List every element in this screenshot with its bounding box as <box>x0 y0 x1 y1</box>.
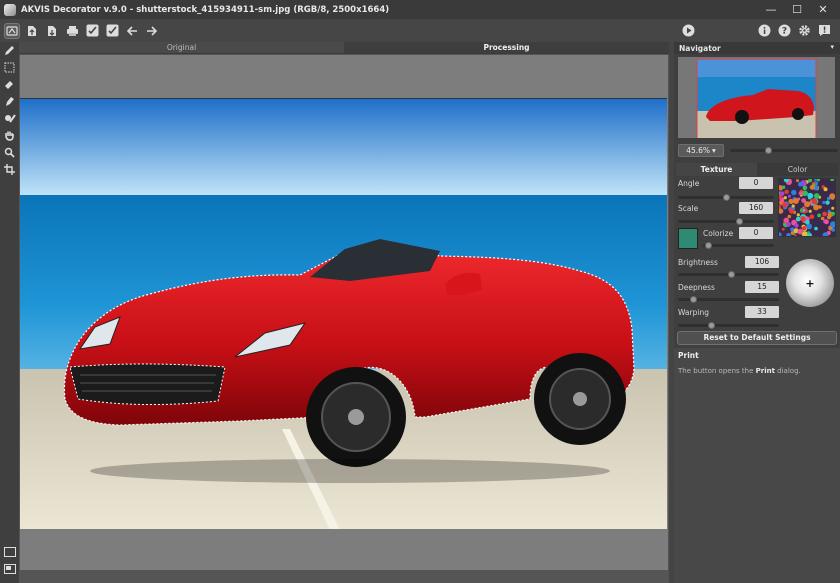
processing-image[interactable] <box>20 98 667 529</box>
tab-original[interactable]: Original <box>19 42 344 54</box>
help-panel: Print The button opens the Print dialog. <box>674 348 840 583</box>
help-title: Print <box>678 351 699 360</box>
zoom-slider-knob[interactable] <box>765 147 773 154</box>
right-panel: Navigator ▾ 45.6% ▾ Texture Color Angle … <box>674 42 840 583</box>
warping-slider-track[interactable] <box>678 324 779 327</box>
window-title: AKVIS Decorator v.9.0 - shutterstock_415… <box>21 4 390 15</box>
main-toolbar: ? <box>0 19 840 42</box>
scale-slider-track[interactable] <box>678 220 774 223</box>
home-icon[interactable] <box>4 22 20 39</box>
light-direction-sphere[interactable]: + <box>786 259 834 307</box>
deepness-slider-knob[interactable] <box>689 296 697 303</box>
scale-input[interactable]: 160 <box>739 202 773 214</box>
canvas-area: Original Processing <box>19 42 669 583</box>
minimize-button[interactable]: — <box>758 0 784 19</box>
svg-text:?: ? <box>781 26 786 36</box>
navigator-title: Navigator <box>679 43 721 53</box>
close-button[interactable]: ✕ <box>810 0 836 19</box>
brightness-slider-knob[interactable] <box>728 271 736 278</box>
brush-check-alt-icon[interactable] <box>104 23 120 39</box>
colorize-slider-track[interactable] <box>703 244 774 247</box>
tools-panel <box>0 42 19 583</box>
stamp-icon[interactable] <box>0 93 19 110</box>
angle-input[interactable]: 0 <box>739 177 773 189</box>
chain-brush-icon[interactable] <box>0 110 19 127</box>
navigator-thumbnail[interactable] <box>678 57 835 140</box>
help-text: The button opens the Print dialog. <box>678 367 801 375</box>
save-file-icon[interactable] <box>44 23 60 39</box>
navigator-header: Navigator ▾ <box>674 42 840 54</box>
zoom-chevron-down-icon: ▾ <box>712 146 716 155</box>
colorize-input[interactable]: 0 <box>739 227 773 239</box>
app-logo-icon <box>4 3 16 16</box>
brightness-label: Brightness <box>678 258 718 267</box>
deepness-label: Deepness <box>678 283 715 292</box>
redo-arrow-icon[interactable] <box>144 23 160 39</box>
akvis-decorator-window: AKVIS Decorator v.9.0 - shutterstock_415… <box>0 0 840 583</box>
open-file-icon[interactable] <box>24 23 40 39</box>
info-icon[interactable] <box>756 22 772 38</box>
tab-texture[interactable]: Texture <box>676 163 757 176</box>
zoom-dropdown[interactable]: 45.6% ▾ <box>678 144 724 157</box>
print-icon[interactable] <box>64 23 80 39</box>
pencil-icon[interactable] <box>0 42 19 59</box>
settings-gear-icon[interactable] <box>796 22 812 38</box>
maximize-button[interactable]: ☐ <box>784 0 810 19</box>
deepness-input[interactable]: 15 <box>745 281 779 293</box>
angle-slider-knob[interactable] <box>722 194 730 201</box>
tab-color[interactable]: Color <box>757 163 838 176</box>
brightness-input[interactable]: 106 <box>745 256 779 268</box>
notification-icon[interactable] <box>816 22 832 38</box>
help-icon[interactable]: ? <box>776 22 792 38</box>
warping-label: Warping <box>678 308 709 317</box>
tab-processing[interactable]: Processing <box>344 42 669 54</box>
warping-input[interactable]: 33 <box>745 306 779 318</box>
zoom-value: 45.6% <box>686 146 711 155</box>
zoom-slider-track[interactable] <box>730 149 838 152</box>
chevron-down-icon[interactable]: ▾ <box>830 43 834 51</box>
brush-check-icon[interactable] <box>84 23 100 39</box>
scale-label: Scale <box>678 204 699 213</box>
undo-arrow-icon[interactable] <box>124 23 140 39</box>
colorize-slider-knob[interactable] <box>705 242 713 249</box>
view-split-icon[interactable] <box>0 560 19 577</box>
zoom-icon[interactable] <box>0 144 19 161</box>
reset-default-button[interactable]: Reset to Default Settings <box>677 331 837 345</box>
title-bar: AKVIS Decorator v.9.0 - shutterstock_415… <box>0 0 840 19</box>
texture-swatch[interactable] <box>776 176 837 238</box>
crop-icon[interactable] <box>0 161 19 178</box>
scale-slider-knob[interactable] <box>735 218 743 225</box>
play-icon[interactable] <box>680 22 696 38</box>
hand-icon[interactable] <box>0 127 19 144</box>
eraser-icon[interactable] <box>0 76 19 93</box>
warping-slider-knob[interactable] <box>707 322 715 329</box>
colorize-label: Colorize <box>703 229 734 238</box>
colorize-color-swatch[interactable] <box>678 228 698 249</box>
light-source-marker[interactable]: + <box>805 277 814 290</box>
selection-rect-icon[interactable] <box>0 59 19 76</box>
angle-label: Angle <box>678 179 700 188</box>
view-single-icon[interactable] <box>0 543 19 560</box>
